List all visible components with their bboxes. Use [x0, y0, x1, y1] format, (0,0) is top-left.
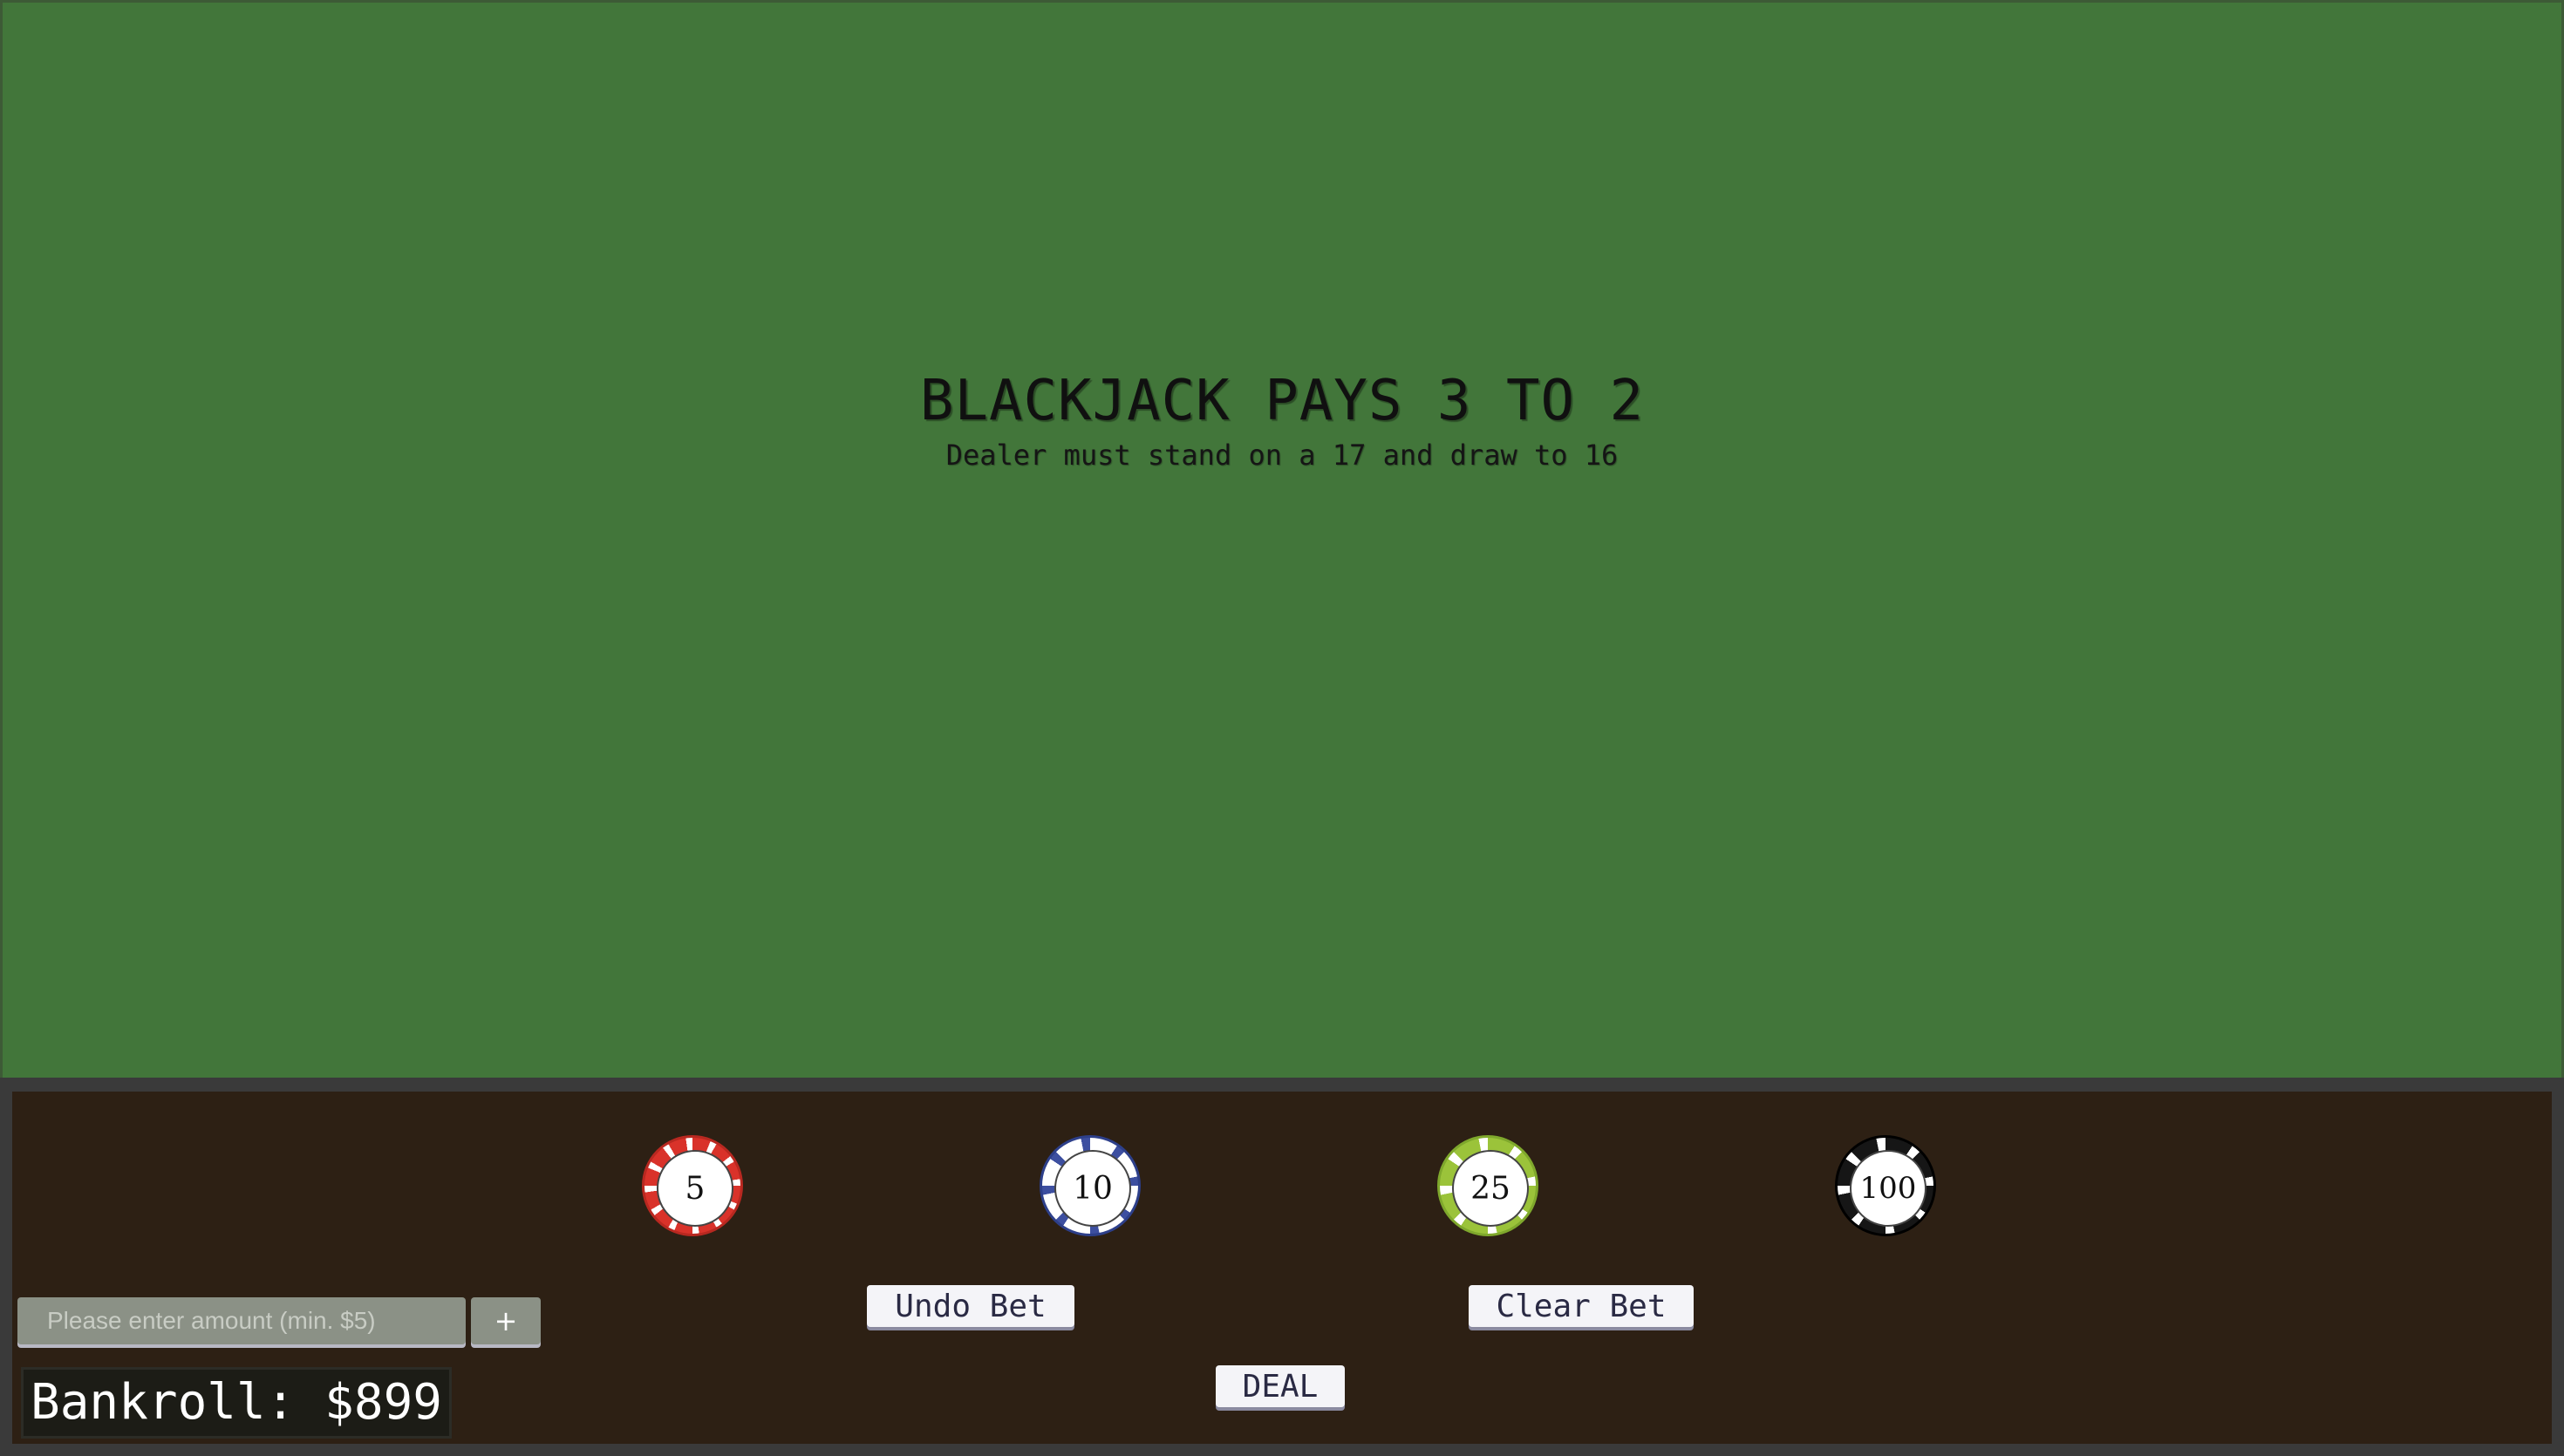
- clear-bet-button[interactable]: Clear Bet: [1469, 1285, 1694, 1327]
- chip-25-value: 25: [1452, 1150, 1529, 1227]
- chip-5[interactable]: 5: [642, 1135, 743, 1236]
- betting-panel: 5 10 25 100 Undo Bet Clear Bet DEAL + Ba…: [0, 1078, 2564, 1456]
- chip-25[interactable]: 25: [1437, 1135, 1538, 1236]
- chip-100[interactable]: 100: [1835, 1135, 1936, 1236]
- blackjack-table: BLACKJACK PAYS 3 TO 2 Dealer must stand …: [0, 0, 2564, 1081]
- chip-100-value: 100: [1850, 1150, 1926, 1227]
- bankroll-display: Bankroll: $899: [21, 1367, 453, 1439]
- table-title: BLACKJACK PAYS 3 TO 2: [919, 369, 1645, 433]
- bankroll-amount-input[interactable]: [17, 1297, 466, 1344]
- add-funds-button[interactable]: +: [471, 1297, 541, 1344]
- table-subtitle: Dealer must stand on a 17 and draw to 16: [945, 439, 1619, 472]
- undo-bet-button[interactable]: Undo Bet: [867, 1285, 1074, 1327]
- chip-10-value: 10: [1054, 1150, 1131, 1227]
- chip-10[interactable]: 10: [1040, 1135, 1141, 1236]
- chip-5-value: 5: [657, 1150, 733, 1227]
- deal-button[interactable]: DEAL: [1216, 1365, 1345, 1407]
